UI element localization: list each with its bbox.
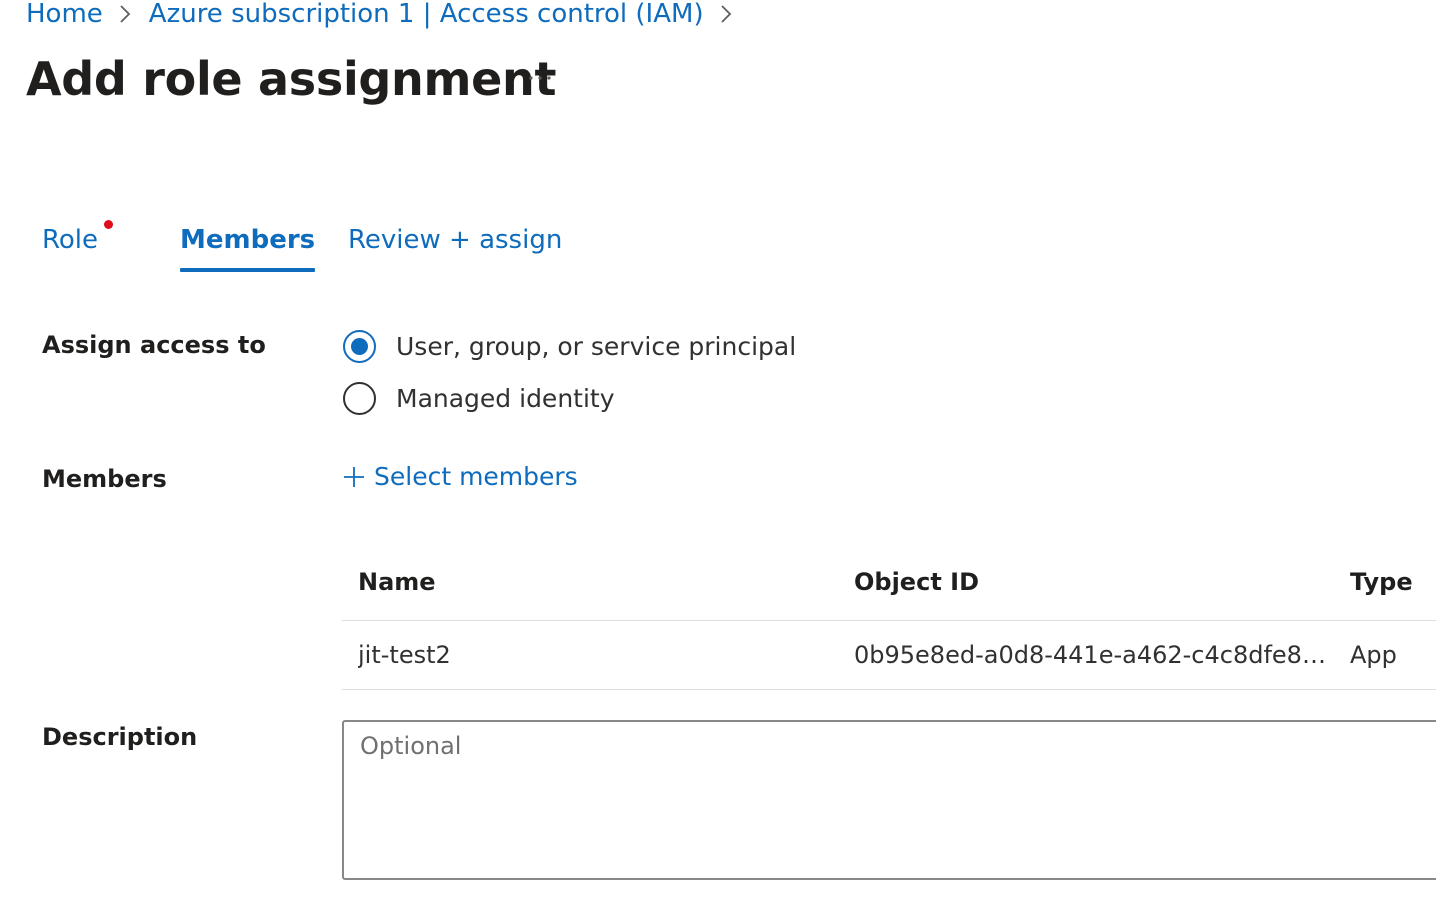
plus-icon	[342, 465, 366, 489]
member-object-id-cell: 0b95e8ed-a0d8-441e-a462-c4c8dfe87d...	[854, 621, 1330, 689]
member-name-cell: jit-test2	[358, 641, 451, 669]
radio-option-user-group-sp[interactable]: User, group, or service principal	[343, 327, 796, 365]
radio-button-checked[interactable]	[343, 329, 376, 363]
page-title: Add role assignment	[26, 52, 557, 106]
table-row[interactable]: jit-test2 0b95e8ed-a0d8-441e-a462-c4c8df…	[342, 621, 1436, 690]
tab-role-label: Role	[42, 225, 99, 255]
select-members-label: Select members	[374, 462, 578, 491]
chevron-right-icon	[720, 3, 732, 25]
description-label: Description	[42, 723, 198, 751]
members-label: Members	[42, 465, 167, 493]
member-object-id-text: 0b95e8ed-a0d8-441e-a462-c4c8dfe87d...	[854, 641, 1330, 669]
column-header-object-id[interactable]: Object ID	[854, 548, 1330, 616]
tab-members-label: Members	[180, 225, 316, 255]
more-options-button[interactable]	[524, 62, 556, 94]
member-type-cell: App	[1350, 641, 1397, 669]
tab-review-assign[interactable]: Review + assign	[348, 218, 562, 262]
table-header-row: Name Object ID Type	[342, 552, 1436, 621]
radio-button-unchecked[interactable]	[343, 381, 376, 415]
description-textarea[interactable]	[342, 720, 1436, 880]
breadcrumb-home-link[interactable]: Home	[26, 0, 103, 29]
assign-access-to-label: Assign access to	[42, 331, 266, 359]
tab-review-assign-label: Review + assign	[348, 225, 563, 255]
required-indicator-dot	[104, 220, 113, 229]
column-header-name[interactable]: Name	[358, 548, 828, 616]
tab-role[interactable]: Role	[42, 218, 113, 262]
chevron-right-icon	[119, 3, 131, 25]
select-members-link[interactable]: Select members	[342, 462, 578, 491]
ellipsis-icon	[529, 76, 551, 80]
column-header-type[interactable]: Type	[1350, 548, 1436, 616]
radio-option-managed-identity[interactable]: Managed identity	[343, 379, 615, 417]
breadcrumb-iam-link[interactable]: Azure subscription 1 | Access control (I…	[149, 0, 704, 29]
radio-label-managed-identity: Managed identity	[396, 383, 615, 413]
tab-members[interactable]: Members	[180, 218, 316, 272]
members-table: Name Object ID Type jit-test2 0b95e8ed-a…	[342, 552, 1436, 690]
radio-label-user-group-sp: User, group, or service principal	[396, 331, 797, 361]
breadcrumb: Home Azure subscription 1 | Access contr…	[26, 0, 750, 32]
